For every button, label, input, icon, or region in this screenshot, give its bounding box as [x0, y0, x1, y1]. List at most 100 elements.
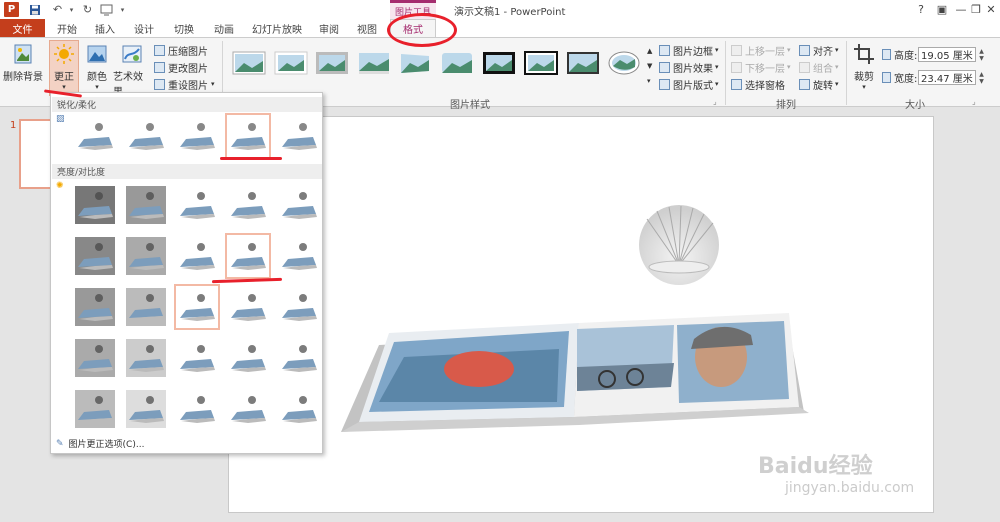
- brightness-contrast-preset-18[interactable]: [174, 335, 220, 381]
- brightness-contrast-preset-9[interactable]: [225, 233, 271, 279]
- selection-pane-label: 选择窗格: [745, 80, 785, 92]
- brightness-contrast-preset-16[interactable]: [72, 335, 118, 381]
- width-input[interactable]: 23.47 厘米: [918, 70, 976, 85]
- brightness-contrast-preset-11[interactable]: [72, 284, 118, 330]
- brightness-contrast-preset-8[interactable]: [174, 233, 220, 279]
- reset-picture-icon: [154, 78, 165, 90]
- corrections-button[interactable]: 更正 ▾: [49, 40, 79, 96]
- tab-design[interactable]: 设计: [128, 19, 160, 37]
- brightness-contrast-preset-2[interactable]: [123, 182, 169, 228]
- start-from-beginning-icon[interactable]: [99, 2, 114, 17]
- picture-layout-button[interactable]: 图片版式 ▾: [659, 77, 719, 92]
- tab-file[interactable]: 文件: [0, 19, 45, 37]
- customize-qat-icon[interactable]: ▾: [115, 2, 130, 17]
- arrange-group-label: 排列: [776, 100, 796, 111]
- picture-style-6[interactable]: [438, 48, 476, 78]
- brightness-contrast-preset-14[interactable]: [225, 284, 271, 330]
- send-backward-icon: [731, 61, 742, 73]
- picture-style-8[interactable]: [522, 48, 560, 78]
- picture-effects-button[interactable]: 图片效果 ▾: [659, 60, 719, 75]
- title-bar: P ↶ ▾ ↻ ▾ 图片工具 演示文稿1 - PowerPoint ? ▣ — …: [0, 0, 1000, 19]
- bring-forward-label: 上移一层: [745, 46, 785, 58]
- picture-styles-launcher-icon[interactable]: ⌟: [713, 94, 717, 108]
- rotate-button[interactable]: 旋转 ▾: [799, 77, 839, 92]
- send-backward-button[interactable]: 下移一层 ▾: [731, 60, 791, 75]
- tab-animations[interactable]: 动画: [208, 19, 240, 37]
- picture-style-10[interactable]: [605, 48, 643, 78]
- brightness-contrast-preset-13[interactable]: [174, 284, 220, 330]
- picture-style-1[interactable]: [230, 48, 268, 78]
- save-icon[interactable]: [27, 2, 42, 17]
- compress-pictures-button[interactable]: 压缩图片: [154, 43, 208, 58]
- annotation-underline-sharpen: [220, 157, 282, 160]
- brightness-contrast-preset-12[interactable]: [123, 284, 169, 330]
- brightness-contrast-preset-17[interactable]: [123, 335, 169, 381]
- sharpen-preset-4[interactable]: [225, 113, 271, 159]
- brightness-contrast-preset-19[interactable]: [225, 335, 271, 381]
- brightness-contrast-preset-5[interactable]: [276, 182, 322, 228]
- brightness-contrast-preset-22[interactable]: [123, 386, 169, 432]
- color-dropdown-icon: ▾: [95, 83, 99, 91]
- picture-style-4[interactable]: [355, 48, 393, 78]
- help-icon[interactable]: ?: [912, 2, 930, 17]
- sharpen-preset-1[interactable]: [72, 113, 118, 159]
- brightness-contrast-preset-20[interactable]: [276, 335, 322, 381]
- picture-effects-label: 图片效果: [673, 63, 713, 75]
- tab-transitions[interactable]: 切换: [168, 19, 200, 37]
- picture-style-2[interactable]: [272, 48, 310, 78]
- undo-icon[interactable]: ↶: [50, 2, 65, 17]
- picture-effects-icon: [659, 61, 670, 73]
- undo-dropdown-icon[interactable]: ▾: [64, 2, 79, 17]
- styles-more-icon[interactable]: ▾: [647, 74, 651, 88]
- picture-corrections-options-button[interactable]: ✎ 图片更正选项(C)...: [56, 437, 144, 451]
- brightness-contrast-preset-25[interactable]: [276, 386, 322, 432]
- picture-style-9[interactable]: [564, 48, 602, 78]
- sharpen-preset-2[interactable]: [123, 113, 169, 159]
- picture-border-button[interactable]: 图片边框 ▾: [659, 43, 719, 58]
- change-picture-button[interactable]: 更改图片: [154, 60, 208, 75]
- height-input[interactable]: 19.05 厘米: [918, 47, 976, 62]
- brightness-contrast-preset-21[interactable]: [72, 386, 118, 432]
- brightness-contrast-preset-6[interactable]: [72, 233, 118, 279]
- tab-view[interactable]: 视图: [352, 19, 382, 37]
- brightness-contrast-preset-4[interactable]: [225, 182, 271, 228]
- picture-style-7[interactable]: [480, 48, 518, 78]
- selection-pane-button[interactable]: 选择窗格: [731, 77, 785, 92]
- reset-picture-button[interactable]: 重设图片 ▾: [154, 77, 215, 92]
- brightness-contrast-preset-3[interactable]: [174, 182, 220, 228]
- width-spinner[interactable]: ▲ ▼: [977, 70, 986, 85]
- group-button[interactable]: 组合 ▾: [799, 60, 839, 75]
- size-launcher-icon[interactable]: ⌟: [972, 94, 976, 108]
- tab-slide-show[interactable]: 幻灯片放映: [248, 19, 306, 37]
- picture-layout-icon: [659, 78, 670, 90]
- styles-scroll-up-icon[interactable]: ▲: [647, 44, 652, 58]
- group-label: 组合: [813, 63, 833, 75]
- ribbon-display-options-icon[interactable]: ▣: [933, 2, 951, 17]
- sharpen-preset-3[interactable]: [174, 113, 220, 159]
- picture-style-5[interactable]: [396, 48, 434, 78]
- crop-button[interactable]: 裁剪 ▾: [850, 43, 878, 91]
- tab-review[interactable]: 审阅: [314, 19, 344, 37]
- align-button[interactable]: 对齐 ▾: [799, 43, 839, 58]
- sharpen-preset-5[interactable]: [276, 113, 322, 159]
- bring-forward-button[interactable]: 上移一层 ▾: [731, 43, 791, 58]
- brightness-contrast-preset-15[interactable]: [276, 284, 322, 330]
- styles-scroll-down-icon[interactable]: ▼: [647, 59, 652, 73]
- width-label: 宽度:: [882, 70, 917, 85]
- brightness-contrast-preset-7[interactable]: [123, 233, 169, 279]
- color-button[interactable]: 颜色 ▾: [84, 43, 110, 91]
- reset-dropdown-icon: ▾: [211, 80, 215, 88]
- corrections-dropdown-icon: ▾: [62, 83, 66, 91]
- brightness-contrast-preset-24[interactable]: [225, 386, 271, 432]
- picture-style-3[interactable]: [313, 48, 351, 78]
- brightness-contrast-preset-23[interactable]: [174, 386, 220, 432]
- redo-icon[interactable]: ↻: [80, 2, 95, 17]
- height-spinner[interactable]: ▲ ▼: [977, 47, 986, 62]
- brightness-contrast-preset-10[interactable]: [276, 233, 322, 279]
- remove-background-button[interactable]: 删除背景: [3, 43, 43, 83]
- brightness-contrast-preset-1[interactable]: [72, 182, 118, 228]
- tab-home[interactable]: 开始: [52, 19, 82, 37]
- close-icon[interactable]: ✕: [982, 2, 1000, 17]
- sharpen-soften-header: 锐化/柔化: [52, 97, 322, 112]
- tab-insert[interactable]: 插入: [90, 19, 120, 37]
